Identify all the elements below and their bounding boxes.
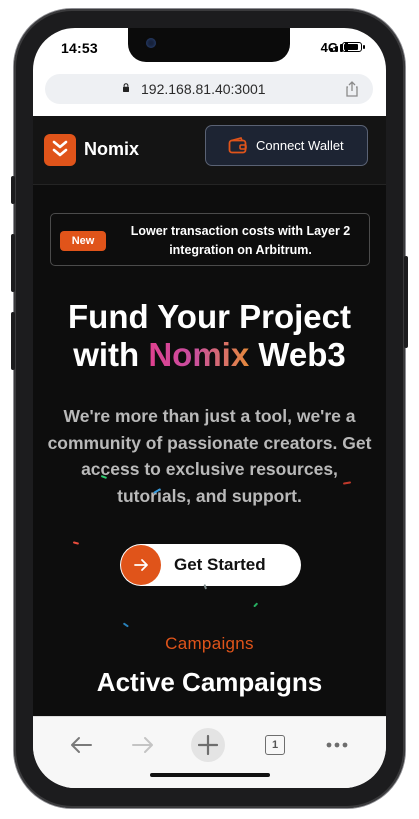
decorative-particle: [253, 602, 258, 608]
lock-icon: [123, 83, 129, 92]
section-eyebrow: Campaigns: [165, 634, 254, 653]
tab-switcher-button[interactable]: 1: [261, 731, 289, 759]
connect-wallet-button[interactable]: Connect Wallet: [205, 125, 368, 166]
hero-line-2: with Nomix Web3: [73, 336, 346, 373]
notch: [128, 28, 290, 62]
power-button: [404, 256, 408, 348]
url-text: 192.168.81.40:3001: [141, 81, 266, 97]
nomix-logo-icon[interactable]: [44, 134, 76, 166]
home-indicator: [150, 773, 270, 777]
phone-screen: 14:53 4G 192.168.81.40:3001 Nomix Connec…: [33, 28, 386, 788]
status-time: 14:53: [61, 40, 98, 56]
hero-line-1: Fund Your Project: [68, 298, 351, 335]
webpage: Nomix Connect Wallet New Lower transacti…: [33, 116, 386, 716]
front-camera: [146, 38, 156, 48]
section-title: Active Campaigns: [96, 667, 323, 697]
volume-up-button: [11, 234, 15, 292]
volume-down-button: [11, 312, 15, 370]
connect-wallet-label: Connect Wallet: [256, 138, 344, 153]
more-menu-icon[interactable]: [323, 731, 351, 759]
wallet-icon: [228, 137, 247, 154]
share-icon[interactable]: [345, 81, 359, 97]
arrow-right-icon: [121, 545, 161, 585]
get-started-button[interactable]: Get Started: [120, 544, 301, 586]
announcement-banner[interactable]: New Lower transaction costs with Layer 2…: [50, 213, 370, 266]
new-badge: New: [60, 231, 106, 251]
hero-heading: Fund Your Project with Nomix Web3: [33, 298, 386, 374]
decorative-particle: [72, 541, 80, 545]
brand-name[interactable]: Nomix: [84, 139, 139, 160]
new-tab-plus-icon[interactable]: [191, 728, 225, 762]
tab-count: 1: [265, 735, 285, 755]
hero-subtitle: We're more than just a tool, we're a com…: [47, 406, 372, 506]
forward-arrow-icon[interactable]: [129, 731, 157, 759]
get-started-label: Get Started: [174, 555, 266, 574]
hero-highlight: Nomix: [148, 336, 250, 373]
announcement-text: Lower transaction costs with Layer 2 int…: [130, 224, 351, 257]
mute-switch: [11, 176, 15, 204]
browser-toolbar: 1: [33, 716, 386, 788]
address-bar[interactable]: 192.168.81.40:3001: [45, 74, 373, 104]
battery-icon: [342, 42, 365, 52]
network-type: 4G: [320, 40, 338, 55]
decorative-particle: [123, 622, 129, 628]
site-navbar: Nomix Connect Wallet: [33, 116, 386, 185]
back-arrow-icon[interactable]: [67, 731, 95, 759]
